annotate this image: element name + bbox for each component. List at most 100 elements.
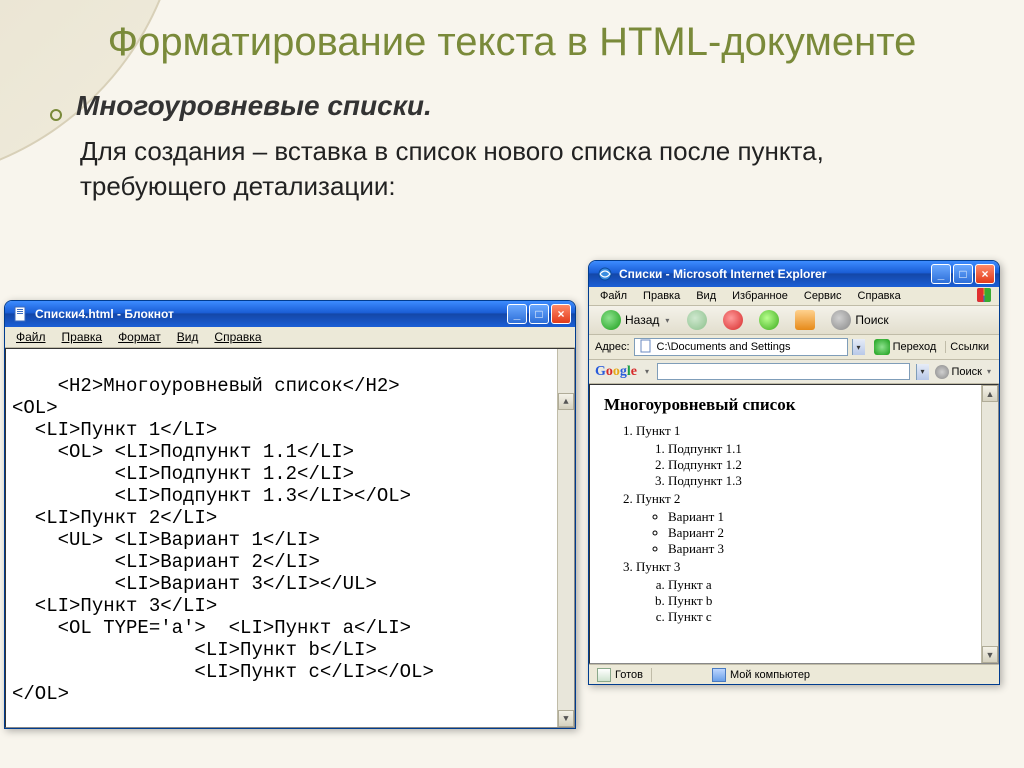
ie-title-text: Списки - Microsoft Internet Explorer: [619, 267, 929, 281]
minimize-button[interactable]: _: [507, 304, 527, 324]
menu-help[interactable]: Справка: [207, 329, 268, 345]
list-item: Пункт c: [668, 609, 986, 625]
list-item: Пункт 2: [636, 491, 986, 507]
notepad-icon: [13, 306, 29, 322]
address-dropdown-icon[interactable]: ▾: [852, 339, 865, 355]
scroll-up-icon[interactable]: ▲: [558, 393, 574, 410]
list-item: Пункт a: [668, 577, 986, 593]
nav-search-button[interactable]: Поиск: [825, 308, 894, 332]
links-label[interactable]: Ссылки: [945, 341, 993, 353]
back-arrow-icon: [601, 310, 621, 330]
ie-scrollbar-vertical[interactable]: ▲ ▼: [981, 385, 998, 663]
rendered-sub-ul: Вариант 1 Вариант 2 Вариант 3: [654, 509, 986, 557]
go-button[interactable]: Переход: [869, 338, 942, 356]
bullet-ring-icon: [50, 109, 62, 121]
google-search-label: Поиск: [952, 366, 982, 378]
ie-minimize-button[interactable]: _: [931, 264, 951, 284]
notepad-textarea[interactable]: <H2>Многоуровневый список</H2> <OL> <LI>…: [5, 348, 575, 728]
google-dropdown-icon[interactable]: ▾: [916, 364, 929, 380]
list-item: Подпункт 1.2: [668, 457, 986, 473]
ie-nav-toolbar: Назад ▾ Поиск: [589, 306, 999, 335]
menu-view[interactable]: Вид: [170, 329, 206, 345]
menu-format-text: Формат: [118, 330, 161, 344]
google-menu-caret-icon[interactable]: ▾: [643, 367, 651, 376]
computer-icon: [712, 668, 726, 682]
google-logo[interactable]: Google: [595, 364, 637, 380]
ie-titlebar[interactable]: Списки - Microsoft Internet Explorer _ □…: [589, 261, 999, 287]
list-item: Пункт 1: [636, 423, 986, 439]
list-item: Вариант 1: [668, 509, 986, 525]
google-search-button[interactable]: Поиск ▾: [935, 365, 994, 379]
home-icon: [795, 310, 815, 330]
rendered-sub-ol-alpha: Пункт a Пункт b Пункт c: [654, 577, 986, 625]
google-search-caret-icon: ▾: [985, 367, 993, 376]
address-input[interactable]: C:\Documents and Settings: [634, 338, 848, 356]
menu-file-text: Файл: [16, 330, 46, 344]
nav-back-button[interactable]: Назад ▾: [595, 308, 677, 332]
refresh-icon: [759, 310, 779, 330]
menu-edit-text: Правка: [62, 330, 103, 344]
google-toolbar: Google ▾ ▾ Поиск ▾: [589, 360, 999, 384]
ie-statusbar: Готов Мой компьютер: [589, 664, 999, 684]
status-mycomputer-cell: Мой компьютер: [652, 668, 999, 682]
notepad-menubar: Файл Правка Формат Вид Справка: [5, 327, 575, 348]
ie-address-bar: Адрес: C:\Documents and Settings ▾ Перех…: [589, 335, 999, 360]
ie-menu-file[interactable]: Файл: [593, 289, 634, 303]
nav-stop-button[interactable]: [717, 308, 749, 332]
page-icon: [639, 339, 653, 356]
stop-icon: [723, 310, 743, 330]
nav-refresh-button[interactable]: [753, 308, 785, 332]
list-item: Пункт b: [668, 593, 986, 609]
list-item: Пункт 3: [636, 559, 986, 575]
address-value: C:\Documents and Settings: [657, 341, 791, 353]
ie-menu-tools[interactable]: Сервис: [797, 289, 849, 303]
chevron-down-icon: ▾: [663, 316, 671, 325]
list-item: Вариант 2: [668, 525, 986, 541]
menu-edit[interactable]: Правка: [55, 329, 110, 345]
magnifier-icon: [831, 310, 851, 330]
go-label: Переход: [893, 341, 937, 353]
forward-arrow-icon: [687, 310, 707, 330]
nav-home-button[interactable]: [789, 308, 821, 332]
ie-viewport[interactable]: Многоуровневый список Пункт 1 Подпункт 1…: [589, 384, 999, 664]
notepad-window: Списки4.html - Блокнот _ □ × Файл Правка…: [4, 300, 576, 729]
menu-file[interactable]: Файл: [9, 329, 53, 345]
nav-forward-button[interactable]: [681, 308, 713, 332]
list-item: Подпункт 1.1: [668, 441, 986, 457]
scrollbar-vertical[interactable]: ▲ ▼: [557, 349, 574, 727]
menu-format[interactable]: Формат: [111, 329, 168, 345]
body-paragraph: Для создания – вставка в список нового с…: [0, 126, 1024, 204]
ie-maximize-button[interactable]: □: [953, 264, 973, 284]
ie-close-button[interactable]: ×: [975, 264, 995, 284]
nav-search-label: Поиск: [855, 313, 888, 327]
google-magnifier-icon: [935, 365, 949, 379]
notepad-titlebar[interactable]: Списки4.html - Блокнот _ □ ×: [5, 301, 575, 327]
status-mycomputer-text: Мой компьютер: [730, 669, 810, 681]
ie-scroll-down-icon[interactable]: ▼: [982, 646, 998, 663]
notepad-title-text: Списки4.html - Блокнот: [35, 307, 505, 321]
status-ready-text: Готов: [615, 669, 643, 681]
ie-menu-fav[interactable]: Избранное: [725, 289, 795, 303]
close-button[interactable]: ×: [551, 304, 571, 324]
ie-menu-edit[interactable]: Правка: [636, 289, 687, 303]
scroll-down-icon[interactable]: ▼: [558, 710, 574, 727]
notepad-code: <H2>Многоуровневый список</H2> <OL> <LI>…: [12, 375, 434, 705]
list-item: Вариант 3: [668, 541, 986, 557]
windows-flag-icon: [973, 289, 995, 303]
ie-menu-help[interactable]: Справка: [851, 289, 908, 303]
rendered-ol: Пункт 1 Подпункт 1.1 Подпункт 1.2 Подпун…: [622, 423, 986, 625]
address-label: Адрес:: [595, 341, 630, 353]
menu-view-text: Вид: [177, 330, 199, 344]
ie-menubar: Файл Правка Вид Избранное Сервис Справка: [589, 287, 999, 306]
ie-scroll-up-icon[interactable]: ▲: [982, 385, 998, 402]
bullet-item: Многоуровневые списки.: [0, 76, 1024, 126]
ie-icon: [597, 266, 613, 282]
google-search-input[interactable]: [657, 363, 909, 380]
rendered-heading: Многоуровневый список: [604, 395, 986, 415]
ie-menu-view[interactable]: Вид: [689, 289, 723, 303]
slide-title: Форматирование текста в HTML-документе: [0, 0, 1024, 76]
menu-help-text: Справка: [214, 330, 261, 344]
maximize-button[interactable]: □: [529, 304, 549, 324]
list-item: Подпункт 1.3: [668, 473, 986, 489]
go-arrow-icon: [874, 339, 890, 355]
